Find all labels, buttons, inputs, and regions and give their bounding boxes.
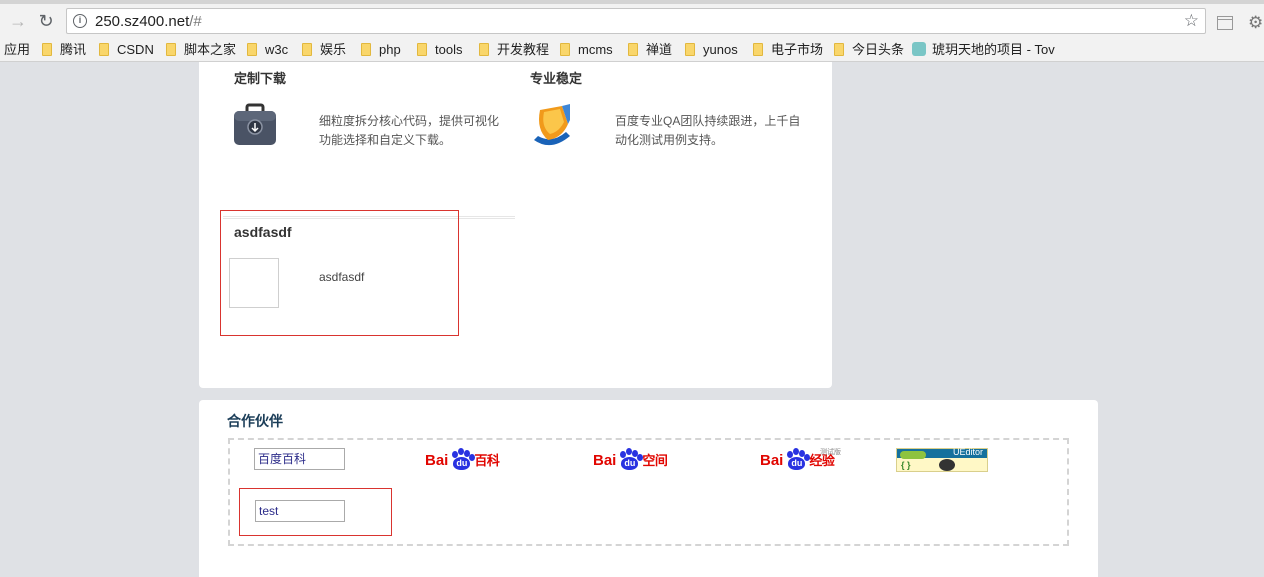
bookmark-folder[interactable]: mcms: [560, 41, 613, 59]
ueditor-wordmark: UEditor: [952, 447, 983, 457]
feature-desc-line: 百度专业QA团队持续跟进，上千自: [615, 114, 801, 128]
partners-title: 合作伙伴: [227, 413, 283, 429]
bookmark-star-icon[interactable]: ☆: [1184, 11, 1199, 31]
bookmark-folder[interactable]: 今日头条: [834, 41, 904, 59]
bookmark-label: CSDN: [117, 42, 154, 57]
feature-title-stable: 专业稳定: [530, 71, 583, 86]
baidu-baike-logo[interactable]: Bai du 百科: [425, 448, 500, 472]
cloud-icon: [900, 451, 926, 459]
partner-text-link[interactable]: 百度百科: [254, 448, 345, 470]
baidu-wordmark: Bai: [425, 452, 449, 469]
baidu-paw-icon: du: [448, 448, 476, 470]
bookmark-app[interactable]: 琥玥天地的项目 - Tov: [912, 41, 1055, 59]
feature-desc-line: 细粒度拆分核心代码，提供可视化: [319, 114, 500, 128]
custom-block-title: asdfasdf: [234, 224, 292, 240]
folder-icon: [42, 43, 52, 56]
brackets-icon: { }: [901, 460, 911, 470]
product-name: 百科: [474, 453, 500, 468]
bookmark-label: w3c: [265, 42, 289, 57]
project-app-icon: [912, 42, 926, 56]
baidu-space-logo[interactable]: Bai du 空间: [593, 448, 668, 472]
image-placeholder: [229, 258, 279, 308]
bookmark-folder[interactable]: CSDN: [99, 41, 154, 59]
bookmark-folder[interactable]: 腾讯: [42, 41, 86, 59]
bookmark-label: 腾讯: [60, 42, 87, 57]
product-name: 空间: [642, 453, 668, 468]
paw-text: du: [621, 457, 639, 470]
bookmark-folder[interactable]: 禅道: [628, 41, 672, 59]
bookmark-label: 脚本之家: [184, 42, 237, 57]
briefcase-icon: [234, 103, 276, 145]
folder-icon: [834, 43, 844, 56]
back-arrow-icon[interactable]: →: [8, 11, 28, 31]
bookmark-folder[interactable]: 脚本之家: [166, 41, 236, 59]
paw-text: du: [453, 457, 471, 470]
ueditor-logo[interactable]: UEditor { }: [896, 447, 988, 472]
feature-desc-download: 细粒度拆分核心代码，提供可视化 功能选择和自定义下载。: [319, 112, 499, 150]
bookmark-label: yunos: [703, 42, 738, 57]
bookmark-label: 应用: [4, 42, 31, 57]
reload-icon[interactable]: ↻: [36, 11, 56, 31]
baidu-jingyan-logo[interactable]: 测试版 Bai du 经验: [760, 448, 841, 472]
partners-card: 合作伙伴 百度百科 Bai du 百科 Bai du 空间 测试版 Bai du 经验 UEd…: [199, 400, 1098, 577]
bookmark-label: 娱乐: [320, 42, 347, 57]
bookmark-folder[interactable]: tools: [417, 41, 462, 59]
custom-block-text: asdfasdf: [319, 270, 365, 284]
folder-icon: [479, 43, 489, 56]
folder-icon: [361, 43, 371, 56]
folder-icon: [753, 43, 763, 56]
baidu-paw-icon: du: [616, 448, 644, 470]
beta-tag: 测试版: [820, 449, 841, 456]
bookmark-folder[interactable]: 开发教程: [479, 41, 549, 59]
partner-text-link[interactable]: test: [255, 500, 345, 522]
feature-desc-stable: 百度专业QA团队持续跟进，上千自 动化测试用例支持。: [615, 112, 800, 150]
folder-icon: [685, 43, 695, 56]
bookmark-label: 琥玥天地的项目 - Tov: [932, 42, 1055, 57]
info-icon[interactable]: i: [73, 14, 87, 28]
bookmark-folder[interactable]: w3c: [247, 41, 288, 59]
url-host: 250.sz400.net: [95, 13, 190, 30]
folder-icon: [628, 43, 638, 56]
feature-desc-line: 动化测试用例支持。: [615, 133, 724, 147]
features-card: 定制下载 细粒度拆分核心代码，提供可视化 功能选择和自定义下载。 专业稳定 百度…: [199, 62, 832, 388]
folder-icon: [560, 43, 570, 56]
baidu-paw-icon: du: [783, 448, 811, 470]
bookmark-label: tools: [435, 42, 463, 57]
fox-icon: [939, 459, 955, 471]
url-text: 250.sz400.net/#: [95, 13, 202, 30]
bookmark-label: 禅道: [646, 42, 673, 57]
bookmark-label: 开发教程: [497, 42, 550, 57]
reader-mode-icon[interactable]: [1217, 16, 1233, 30]
paw-text: du: [788, 457, 806, 470]
bookmark-folder[interactable]: yunos: [685, 41, 738, 59]
bookmark-folder[interactable]: 电子市场: [753, 41, 823, 59]
url-hash: /#: [189, 13, 202, 30]
feature-title-download: 定制下载: [234, 71, 287, 86]
bookmark-apps[interactable]: 应用: [4, 41, 30, 59]
folder-icon: [99, 43, 109, 56]
folder-icon: [247, 43, 257, 56]
baidu-wordmark: Bai: [760, 452, 784, 469]
browser-toolbar: → ↻ i 250.sz400.net/# ☆ ⚙: [0, 4, 1264, 38]
shield-icon: [534, 104, 570, 146]
bookmark-label: mcms: [578, 42, 613, 57]
bookmark-label: php: [379, 42, 401, 57]
feature-desc-line: 功能选择和自定义下载。: [319, 133, 452, 147]
bookmark-folder[interactable]: 娱乐: [302, 41, 346, 59]
folder-icon: [302, 43, 312, 56]
bookmark-label: 今日头条: [852, 42, 905, 57]
bookmark-label: 电子市场: [771, 42, 824, 57]
gear-icon[interactable]: ⚙: [1248, 14, 1264, 31]
bookmark-folder[interactable]: php: [361, 41, 401, 59]
folder-icon: [417, 43, 427, 56]
address-bar[interactable]: i 250.sz400.net/# ☆: [66, 8, 1206, 34]
bookmarks-bar: 应用 腾讯 CSDN 脚本之家 w3c 娱乐 php tools 开发教程 mc…: [0, 38, 1264, 62]
baidu-wordmark: Bai: [593, 452, 617, 469]
folder-icon: [166, 43, 176, 56]
